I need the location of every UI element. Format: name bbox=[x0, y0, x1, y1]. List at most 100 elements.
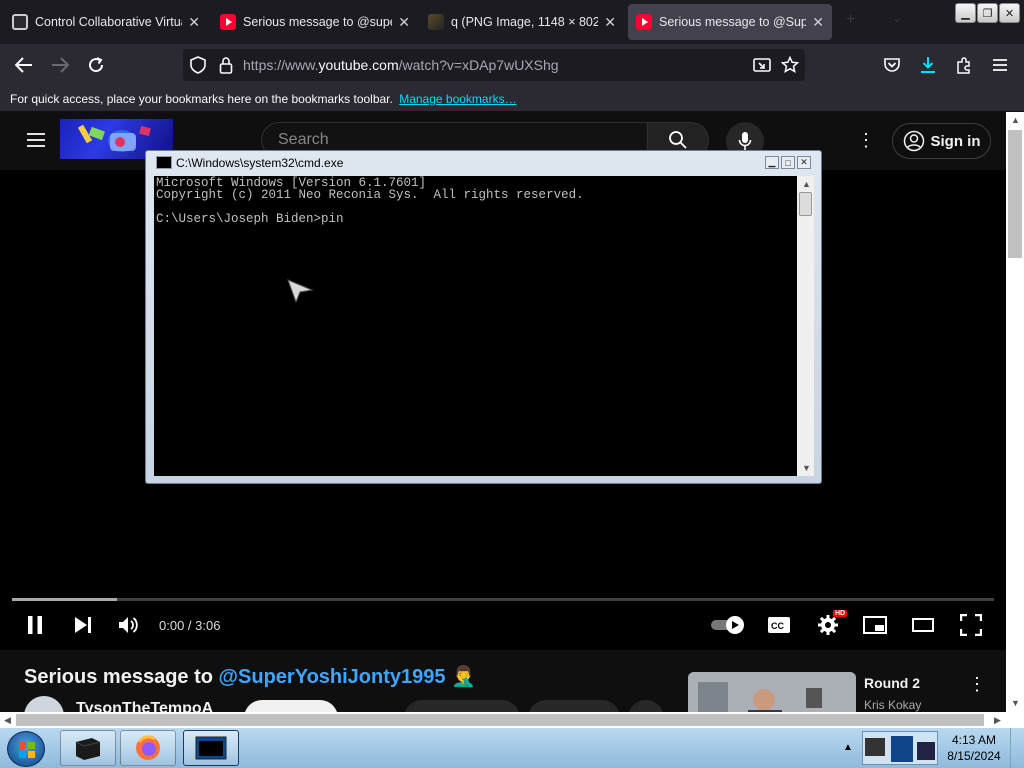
shield-icon[interactable] bbox=[190, 56, 206, 79]
close-window-button[interactable]: ✕ bbox=[999, 3, 1020, 23]
fullscreen-icon[interactable] bbox=[958, 612, 984, 638]
hd-badge: HD bbox=[833, 610, 848, 617]
recommended-more-icon[interactable]: ⋮ bbox=[968, 674, 986, 695]
scroll-left-arrow-icon[interactable]: ◀ bbox=[4, 715, 11, 726]
video-info-section: Serious message to @SuperYoshiJonty1995 … bbox=[0, 650, 1006, 736]
captions-icon[interactable]: CC bbox=[766, 612, 792, 638]
autoplay-toggle[interactable] bbox=[710, 612, 746, 638]
video-title-text: Serious message to bbox=[24, 666, 219, 688]
extensions-puzzle-icon[interactable] bbox=[951, 53, 977, 77]
cmd-minimize-button[interactable]: ▁ bbox=[765, 156, 779, 169]
mention-link[interactable]: @SuperYoshiJonty1995 bbox=[219, 666, 446, 688]
taskbar-cmd[interactable] bbox=[183, 730, 239, 766]
svg-text:CC: CC bbox=[771, 621, 784, 631]
progress-bar[interactable] bbox=[12, 598, 994, 601]
console-line: Copyright (c) 2011 Neo Reconia Sys. All … bbox=[156, 188, 584, 202]
taskbar-firefox[interactable] bbox=[120, 730, 176, 766]
account-circle-icon bbox=[903, 130, 924, 152]
tab-serious-message-active[interactable]: Serious message to @Super ✕ bbox=[628, 4, 832, 40]
taskbar: ▲ 4:13 AM 8/15/2024 bbox=[0, 728, 1024, 768]
pocket-icon[interactable] bbox=[879, 53, 905, 77]
clock-date: 8/15/2024 bbox=[947, 749, 1001, 763]
browser-nav-bar: https://www.youtube.com/watch?v=xDAp7wUX… bbox=[0, 44, 1024, 86]
cmd-maximize-button[interactable]: □ bbox=[781, 156, 795, 169]
horizontal-scroll-thumb[interactable] bbox=[16, 714, 984, 726]
bookmarks-hint: For quick access, place your bookmarks h… bbox=[10, 92, 393, 106]
recommended-video-channel: Kris Kokay bbox=[864, 698, 922, 712]
close-tab-icon[interactable]: ✕ bbox=[812, 14, 824, 31]
tab-png-image[interactable]: q (PNG Image, 1148 × 802 pi ✕ bbox=[420, 4, 624, 40]
bookmarks-toolbar: For quick access, place your bookmarks h… bbox=[0, 86, 1024, 112]
start-button[interactable] bbox=[7, 731, 45, 767]
system-clock[interactable]: 4:13 AM 8/15/2024 bbox=[944, 732, 1004, 764]
manage-bookmarks-link[interactable]: Manage bookmarks… bbox=[399, 92, 516, 106]
theater-mode-icon[interactable] bbox=[910, 612, 936, 638]
next-video-icon[interactable] bbox=[70, 612, 96, 638]
desktop-screen: Control Collaborative Virtual ✕ Serious … bbox=[0, 0, 1024, 768]
tab-title: Control Collaborative Virtual bbox=[35, 15, 183, 29]
mouse-cursor-icon bbox=[286, 278, 314, 309]
control-favicon-icon bbox=[12, 14, 28, 30]
cmd-scrollbar[interactable]: ▲ ▼ bbox=[797, 176, 814, 476]
cmd-window[interactable]: C:\Windows\system32\cmd.exe ▁ □ ✕ Micros… bbox=[145, 150, 822, 484]
lock-icon[interactable] bbox=[219, 56, 233, 79]
console-output[interactable]: Microsoft Windows [Version 6.1.7601] Copy… bbox=[154, 176, 797, 476]
cmd-app-icon bbox=[156, 156, 172, 169]
vertical-scroll-thumb[interactable] bbox=[1008, 130, 1022, 258]
taskbar-app-dark-box[interactable] bbox=[60, 730, 116, 766]
progress-fill bbox=[12, 598, 118, 601]
back-arrow-icon[interactable] bbox=[11, 53, 37, 77]
close-tab-icon[interactable]: ✕ bbox=[188, 14, 200, 31]
bookmark-star-icon[interactable] bbox=[780, 55, 800, 79]
new-tab-icon[interactable]: + bbox=[846, 11, 855, 29]
reload-icon[interactable] bbox=[83, 53, 109, 77]
scrollbar-corner bbox=[1006, 712, 1024, 728]
show-desktop-button[interactable] bbox=[1010, 728, 1024, 768]
scroll-up-arrow-icon[interactable]: ▲ bbox=[1011, 115, 1020, 125]
recommended-video-title[interactable]: Round 2 bbox=[864, 675, 920, 691]
url-bar[interactable]: https://www.youtube.com/watch?v=xDAp7wUX… bbox=[183, 49, 805, 81]
horizontal-scrollbar[interactable]: ◀ ▶ bbox=[0, 712, 1006, 728]
downloads-icon[interactable] bbox=[915, 53, 941, 77]
youtube-favicon-icon bbox=[220, 14, 236, 30]
close-tab-icon[interactable]: ✕ bbox=[604, 14, 616, 31]
picture-in-picture-icon[interactable] bbox=[753, 57, 771, 78]
console-prompt-line: C:\Users\Joseph Biden>pin bbox=[156, 212, 344, 226]
scroll-right-arrow-icon[interactable]: ▶ bbox=[994, 715, 1001, 726]
tab-control-collaborative[interactable]: Control Collaborative Virtual ✕ bbox=[4, 4, 208, 40]
tab-title: Serious message to @Super bbox=[659, 15, 807, 29]
clock-time: 4:13 AM bbox=[951, 733, 997, 747]
scroll-down-arrow-icon[interactable]: ▼ bbox=[1011, 698, 1020, 708]
browser-tab-strip: Control Collaborative Virtual ✕ Serious … bbox=[0, 0, 1024, 44]
cmd-scroll-thumb[interactable] bbox=[799, 192, 812, 216]
cmd-scroll-up-icon[interactable]: ▲ bbox=[802, 179, 811, 189]
miniplayer-icon[interactable] bbox=[862, 612, 888, 638]
cmd-title: C:\Windows\system32\cmd.exe bbox=[176, 156, 344, 170]
tab-serious-message-1[interactable]: Serious message to @supery ✕ bbox=[212, 4, 418, 40]
facepalm-emoji: 🤦‍♂️ bbox=[451, 666, 476, 688]
tray-expand-arrow-icon[interactable]: ▲ bbox=[843, 742, 853, 753]
sign-in-label: Sign in bbox=[930, 132, 981, 150]
tray-thumbnail-preview[interactable] bbox=[862, 731, 938, 765]
volume-icon[interactable] bbox=[116, 612, 142, 638]
pause-icon[interactable] bbox=[22, 612, 48, 638]
url-path: /watch?v=xDAp7wUXShg bbox=[398, 57, 559, 73]
tab-title: Serious message to @supery bbox=[243, 15, 393, 29]
cmd-close-button[interactable]: ✕ bbox=[797, 156, 811, 169]
youtube-favicon-icon bbox=[636, 14, 652, 30]
cmd-scroll-down-icon[interactable]: ▼ bbox=[802, 463, 811, 473]
list-tabs-icon[interactable]: ⌄ bbox=[892, 11, 902, 25]
url-text[interactable]: https://www.youtube.com/watch?v=xDAp7wUX… bbox=[243, 57, 559, 73]
guide-menu-icon[interactable] bbox=[26, 132, 46, 153]
settings-more-icon[interactable]: ⋮ bbox=[857, 131, 875, 149]
settings-gear-icon[interactable]: HD bbox=[814, 610, 848, 638]
sign-in-button[interactable]: Sign in bbox=[892, 123, 991, 159]
image-favicon-icon bbox=[428, 14, 444, 30]
close-tab-icon[interactable]: ✕ bbox=[398, 14, 410, 31]
restore-window-button[interactable]: ❐ bbox=[977, 3, 998, 23]
minimize-window-button[interactable]: ▁ bbox=[955, 3, 976, 23]
forward-arrow-icon[interactable] bbox=[47, 53, 73, 77]
vertical-scrollbar[interactable]: ▲ ▼ bbox=[1006, 112, 1024, 712]
video-title: Serious message to @SuperYoshiJonty1995 … bbox=[24, 664, 476, 689]
hamburger-menu-icon[interactable] bbox=[987, 53, 1013, 77]
